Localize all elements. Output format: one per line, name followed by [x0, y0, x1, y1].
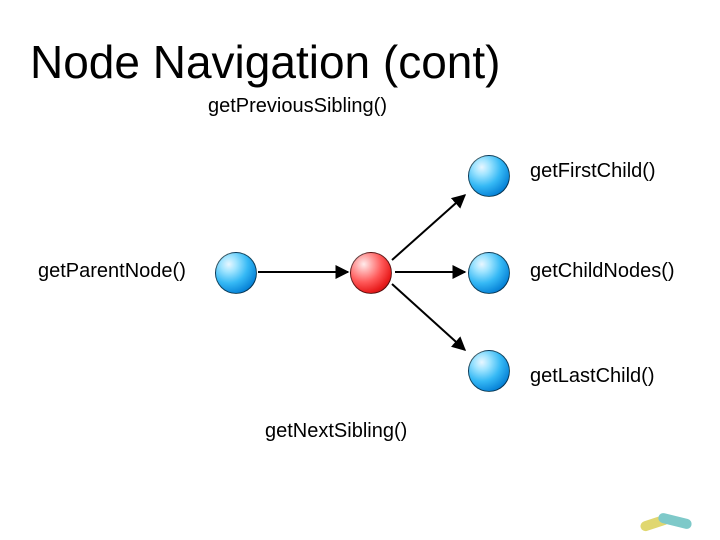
footer-decoration: [640, 498, 695, 528]
node-last-child: [468, 350, 510, 392]
node-child: [468, 252, 510, 294]
node-current: [350, 252, 392, 294]
node-first-child: [468, 155, 510, 197]
node-parent: [215, 252, 257, 294]
